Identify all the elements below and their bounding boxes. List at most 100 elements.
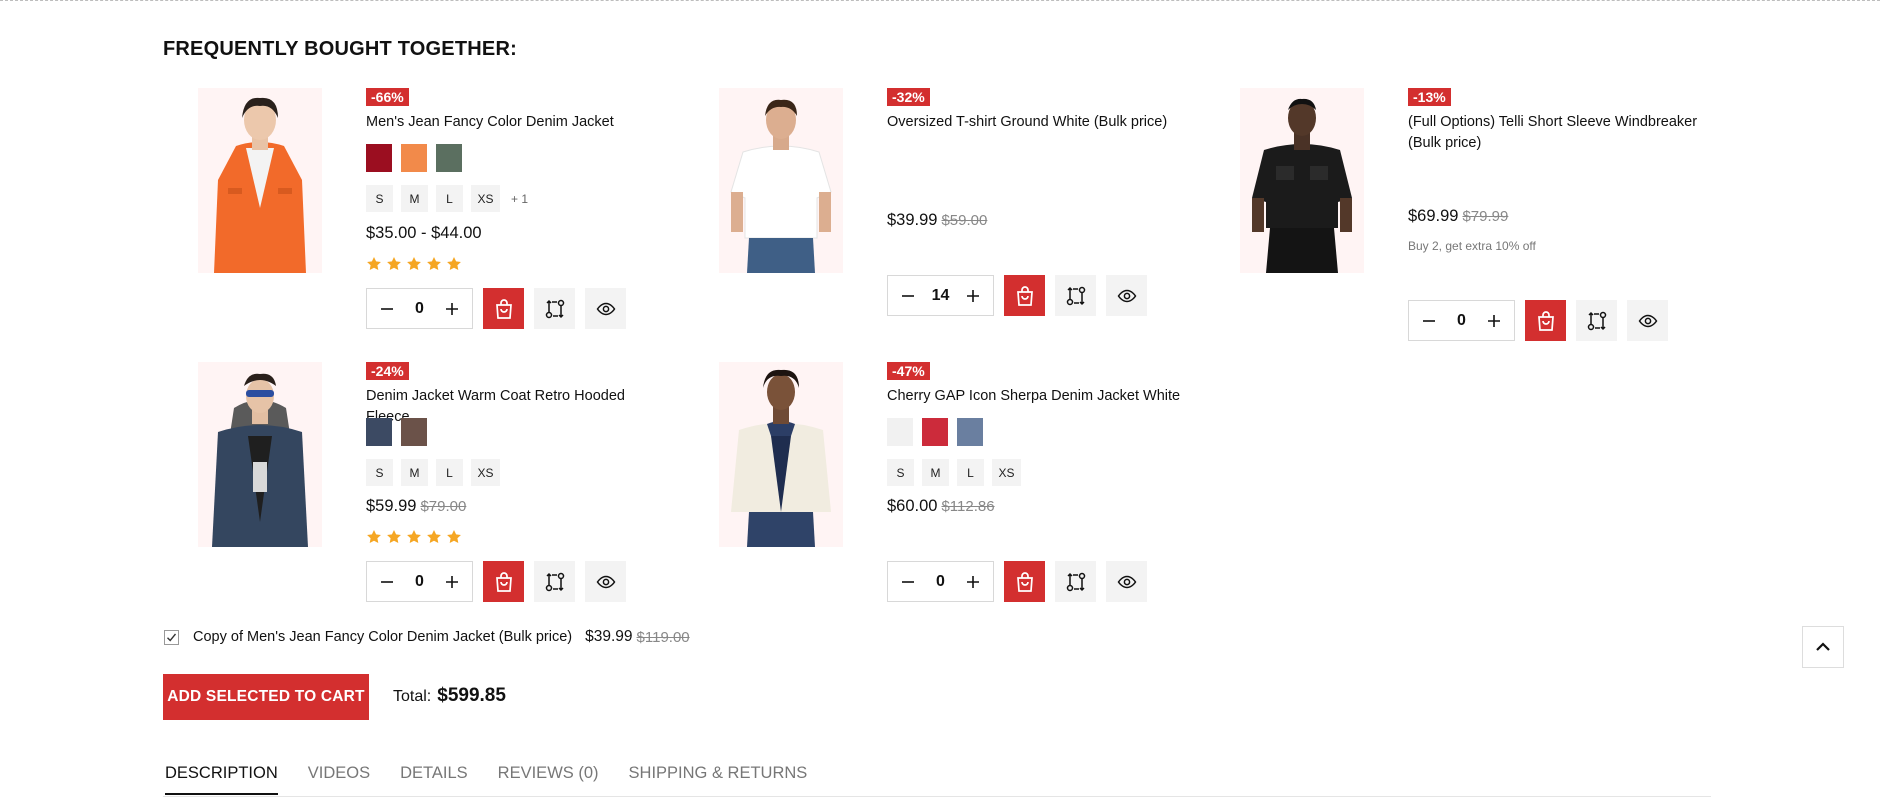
tab-videos[interactable]: VIDEOS xyxy=(308,764,370,795)
discount-badge: -32% xyxy=(887,88,930,106)
product-name[interactable]: Oversized T-shirt Ground White (Bulk pri… xyxy=(887,112,1187,133)
price: $69.99 $79.99 xyxy=(1408,207,1508,226)
color-swatches xyxy=(887,418,983,446)
size-option[interactable]: XS xyxy=(471,459,500,486)
shopping-bag-icon xyxy=(495,298,512,319)
plus-icon[interactable] xyxy=(963,572,983,592)
add-to-cart-button[interactable] xyxy=(1004,561,1045,602)
size-option[interactable]: XS xyxy=(992,459,1021,486)
star-icon xyxy=(367,257,381,270)
color-swatch[interactable] xyxy=(366,418,392,446)
quick-view-button[interactable] xyxy=(1106,561,1147,602)
product-card: -24% Denim Jacket Warm Coat Retro Hooded… xyxy=(198,362,758,612)
current-price: $39.99 xyxy=(887,211,938,229)
compare-button[interactable] xyxy=(534,288,575,329)
size-option[interactable]: M xyxy=(401,185,428,212)
quick-view-button[interactable] xyxy=(1627,300,1668,341)
color-swatch[interactable] xyxy=(436,144,462,172)
quantity-value[interactable]: 14 xyxy=(932,287,950,305)
size-option[interactable]: S xyxy=(366,459,393,486)
product-image[interactable] xyxy=(719,362,843,547)
product-image[interactable] xyxy=(719,88,843,273)
tab-details[interactable]: DETAILS xyxy=(400,764,468,795)
plus-icon[interactable] xyxy=(442,299,462,319)
product-actions: 0 xyxy=(1408,300,1668,341)
compare-button[interactable] xyxy=(534,561,575,602)
eye-icon xyxy=(1117,575,1136,588)
top-divider xyxy=(0,0,1880,1)
color-swatch[interactable] xyxy=(957,418,983,446)
compare-button[interactable] xyxy=(1055,561,1096,602)
tab-description[interactable]: DESCRIPTION xyxy=(165,764,278,795)
product-name[interactable]: (Full Options) Telli Short Sleeve Windbr… xyxy=(1408,112,1708,154)
plus-icon[interactable] xyxy=(1484,311,1504,331)
product-image[interactable] xyxy=(198,362,322,547)
discount-badge: -24% xyxy=(366,362,409,380)
minus-icon[interactable] xyxy=(1419,311,1439,331)
tab-reviews[interactable]: REVIEWS (0) xyxy=(498,764,599,795)
price: $35.00 - $44.00 xyxy=(366,224,482,243)
color-swatches xyxy=(366,144,462,172)
size-options: S M L XS + 1 xyxy=(366,185,528,212)
product-actions: 0 xyxy=(366,561,626,602)
quick-view-button[interactable] xyxy=(585,561,626,602)
compare-icon xyxy=(1066,572,1085,591)
add-to-cart-button[interactable] xyxy=(1525,300,1566,341)
compare-button[interactable] xyxy=(1576,300,1617,341)
orange-denim-jacket-image xyxy=(198,88,322,273)
tabs-divider xyxy=(163,796,1711,797)
quick-view-button[interactable] xyxy=(585,288,626,329)
quantity-value[interactable]: 0 xyxy=(936,573,945,591)
bundle-checkbox[interactable] xyxy=(164,629,179,645)
white-tshirt-image xyxy=(719,88,843,273)
size-option[interactable]: S xyxy=(887,459,914,486)
color-swatch[interactable] xyxy=(366,144,392,172)
size-option[interactable]: S xyxy=(366,185,393,212)
quantity-value[interactable]: 0 xyxy=(415,300,424,318)
size-option[interactable]: L xyxy=(957,459,984,486)
color-swatch[interactable] xyxy=(887,418,913,446)
minus-icon[interactable] xyxy=(377,572,397,592)
size-option[interactable]: L xyxy=(436,459,463,486)
plus-icon[interactable] xyxy=(442,572,462,592)
star-icon xyxy=(407,257,421,270)
back-to-top-button[interactable] xyxy=(1802,626,1844,668)
minus-icon[interactable] xyxy=(898,572,918,592)
product-name[interactable]: Cherry GAP Icon Sherpa Denim Jacket Whit… xyxy=(887,386,1187,407)
product-image[interactable] xyxy=(198,88,322,273)
more-sizes[interactable]: + 1 xyxy=(511,192,528,206)
minus-icon[interactable] xyxy=(377,299,397,319)
color-swatch[interactable] xyxy=(401,418,427,446)
shopping-bag-icon xyxy=(1016,571,1033,592)
product-image[interactable] xyxy=(1240,88,1364,273)
product-name[interactable]: Men's Jean Fancy Color Denim Jacket xyxy=(366,112,666,133)
add-selected-to-cart-button[interactable]: ADD SELECTED TO CART xyxy=(163,674,369,720)
plus-icon[interactable] xyxy=(963,286,983,306)
size-option[interactable]: XS xyxy=(471,185,500,212)
current-price: $35.00 - $44.00 xyxy=(366,224,482,242)
discount-badge: -66% xyxy=(366,88,409,106)
eye-icon xyxy=(596,575,615,588)
minus-icon[interactable] xyxy=(898,286,918,306)
size-option[interactable]: M xyxy=(922,459,949,486)
bundle-item-row: Copy of Men's Jean Fancy Color Denim Jac… xyxy=(164,628,690,646)
color-swatch[interactable] xyxy=(922,418,948,446)
size-option[interactable]: L xyxy=(436,185,463,212)
product-actions: 14 xyxy=(887,275,1147,316)
tab-shipping-returns[interactable]: SHIPPING & RETURNS xyxy=(629,764,808,795)
star-icon xyxy=(447,257,461,270)
quantity-value[interactable]: 0 xyxy=(1457,312,1466,330)
size-option[interactable]: M xyxy=(401,459,428,486)
quick-view-button[interactable] xyxy=(1106,275,1147,316)
current-price: $69.99 xyxy=(1408,207,1459,225)
compare-button[interactable] xyxy=(1055,275,1096,316)
add-to-cart-button[interactable] xyxy=(1004,275,1045,316)
bundle-item-label[interactable]: Copy of Men's Jean Fancy Color Denim Jac… xyxy=(193,629,572,645)
old-price: $59.00 xyxy=(941,212,988,229)
quantity-value[interactable]: 0 xyxy=(415,573,424,591)
product-actions: 0 xyxy=(887,561,1147,602)
quantity-stepper: 0 xyxy=(887,561,994,602)
add-to-cart-button[interactable] xyxy=(483,561,524,602)
color-swatch[interactable] xyxy=(401,144,427,172)
add-to-cart-button[interactable] xyxy=(483,288,524,329)
